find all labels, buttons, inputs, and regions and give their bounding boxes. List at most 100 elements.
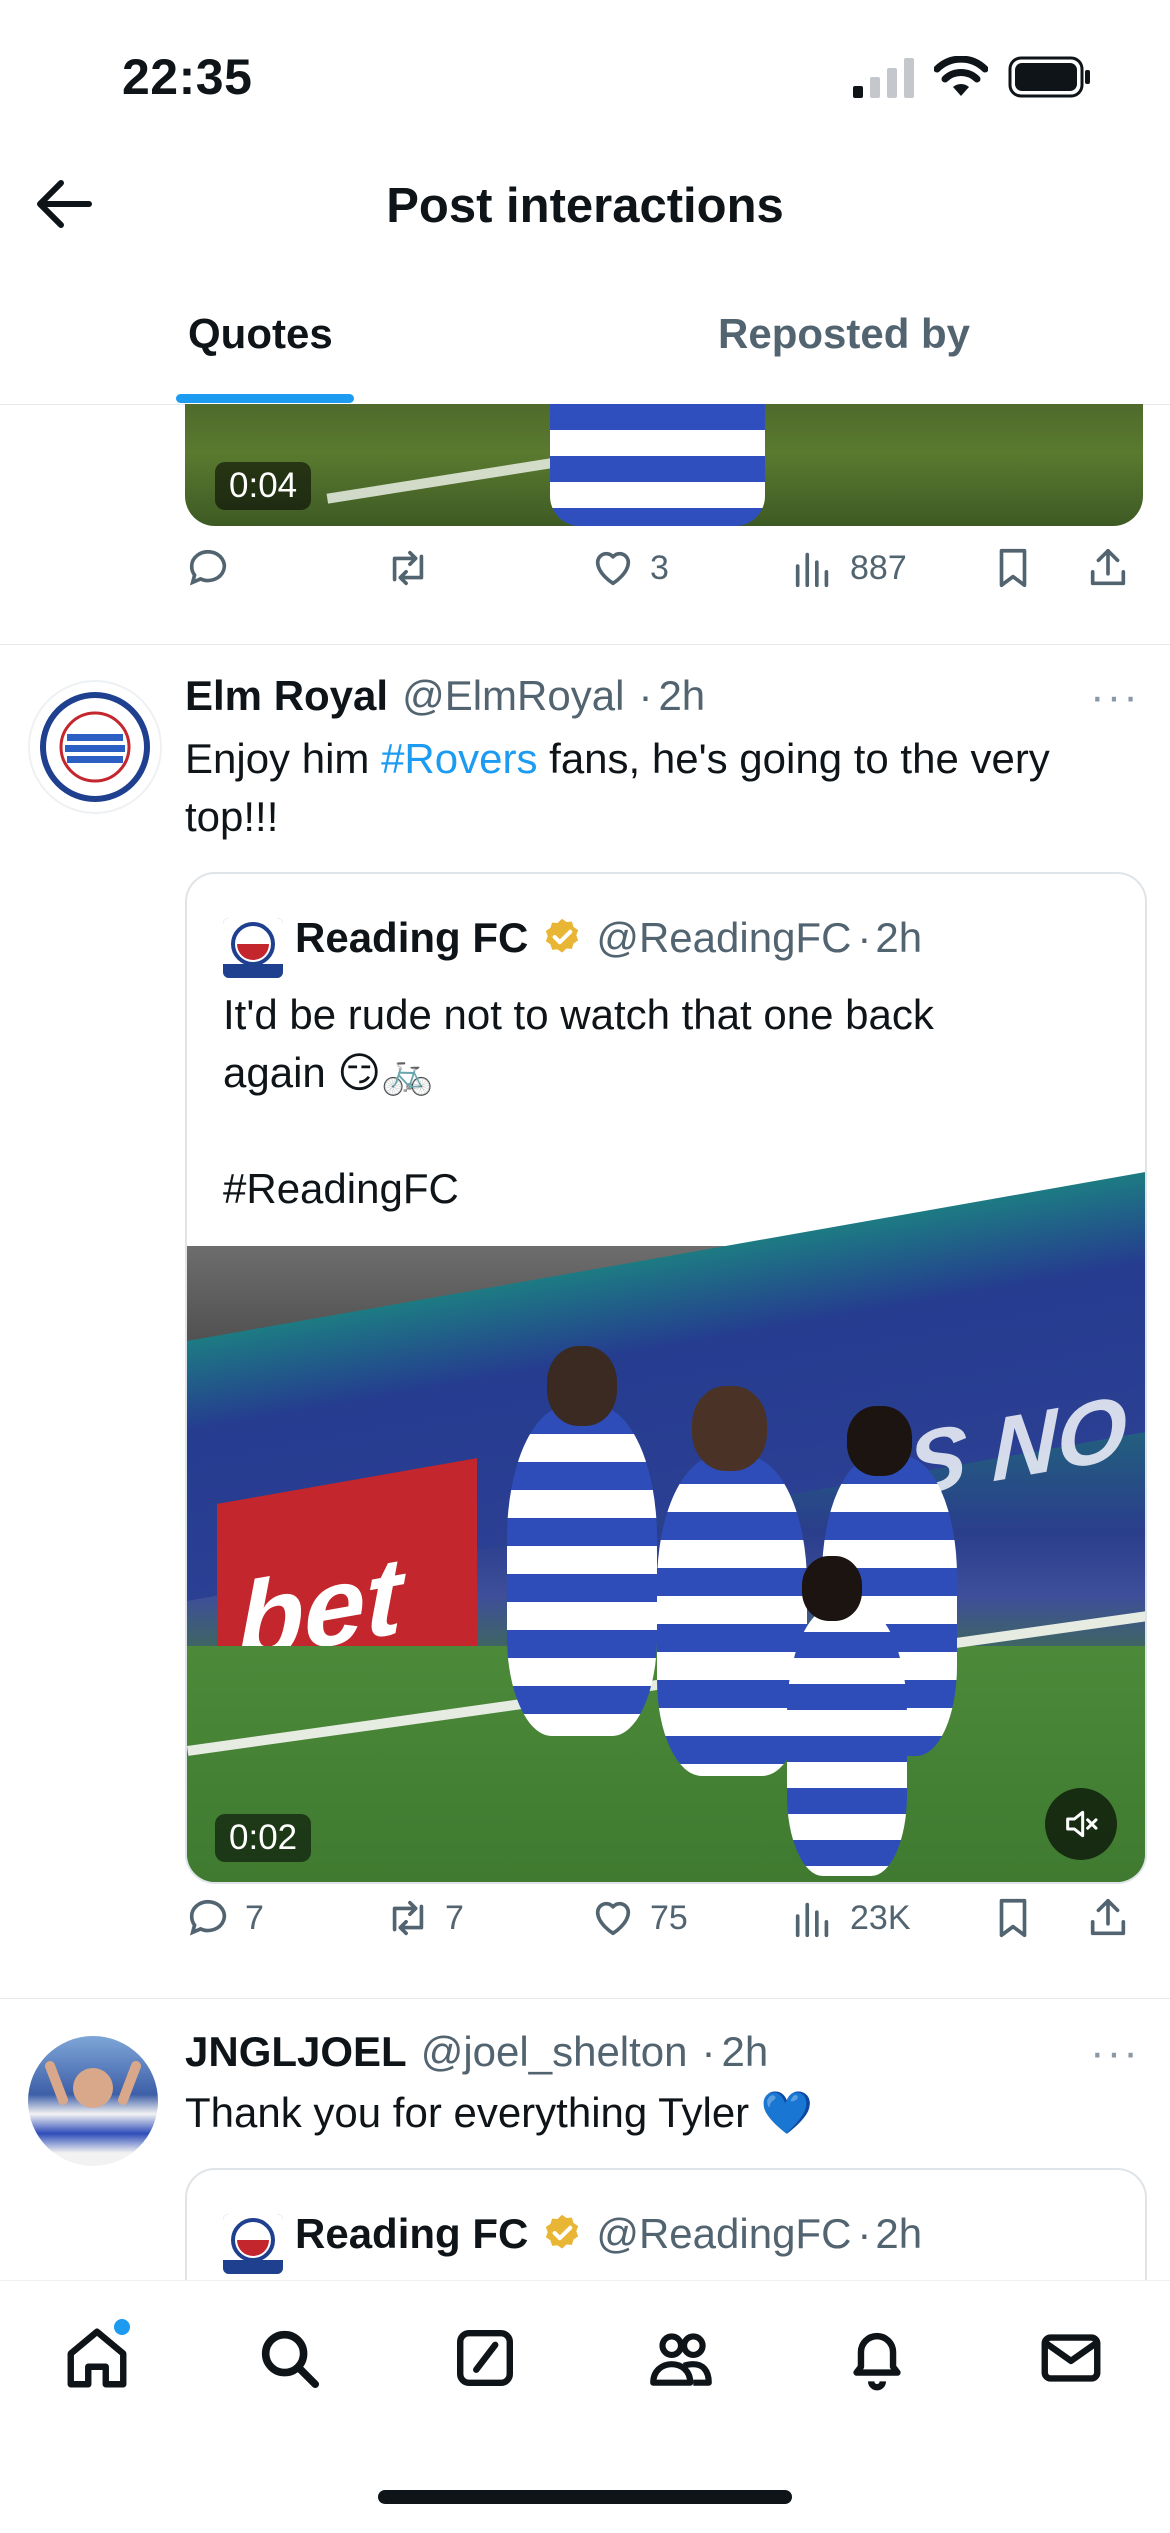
post-video[interactable]: 0:04: [185, 404, 1143, 526]
mute-button[interactable]: [1045, 1788, 1117, 1860]
share-button[interactable]: [1085, 1895, 1131, 1941]
tab-compose[interactable]: [446, 2319, 524, 2397]
repost-icon: [392, 550, 424, 586]
tab-reposted-by[interactable]: Reposted by: [718, 310, 970, 358]
quote-avatar: [223, 918, 283, 978]
separator-dot: ·: [638, 672, 653, 719]
repost-count: 7: [445, 1898, 464, 1937]
reply-icon: [189, 1899, 227, 1936]
tab-home[interactable]: [58, 2319, 136, 2397]
player-shirt: [550, 404, 765, 526]
bookmark-icon: [999, 548, 1027, 588]
like-count: 3: [650, 548, 669, 587]
verified-badge-icon: [546, 2214, 579, 2249]
mail-icon: [1041, 2334, 1101, 2382]
search-icon: [261, 2330, 320, 2389]
bookmark-button[interactable]: [990, 545, 1036, 591]
reading-fc-crest-icon: [223, 918, 283, 978]
hashtag-link[interactable]: #Rovers: [381, 735, 537, 782]
views-button[interactable]: 23K: [790, 1895, 911, 1941]
post-header: JNGLJOEL @joel_shelton · 2h: [185, 2028, 768, 2076]
quote-time: 2h: [875, 914, 923, 961]
active-tab-indicator: [176, 394, 354, 403]
post-text-part: Enjoy him: [185, 735, 382, 782]
page-title: Post interactions: [386, 179, 784, 233]
like-button[interactable]: 75: [590, 1895, 688, 1941]
tab-quotes[interactable]: Quotes: [188, 310, 333, 358]
player-4: [787, 1606, 907, 1876]
post-divider: [0, 1998, 1170, 1999]
battery-icon: [1008, 56, 1092, 103]
post-time: 2h: [721, 2028, 769, 2075]
club-badge-icon: [40, 692, 150, 802]
compose-icon: [457, 2330, 513, 2386]
video-duration: 0:04: [215, 462, 312, 510]
display-name[interactable]: JNGLJOEL: [185, 2028, 407, 2076]
avatar-jngljoel[interactable]: [28, 2036, 158, 2166]
share-icon: [1090, 548, 1126, 586]
separator-dot: ·: [701, 2028, 716, 2075]
tab-search[interactable]: [250, 2319, 328, 2397]
quote-text: It'd be rude not to watch that one back …: [223, 986, 1103, 1218]
reply-count: 7: [245, 1898, 264, 1937]
quote-handle: @ReadingFC: [596, 2210, 852, 2257]
wifi-icon: [933, 55, 989, 103]
reply-button[interactable]: 7: [185, 1895, 264, 1941]
tab-bar: Quotes Reposted by: [0, 280, 1170, 405]
repost-icon: [392, 1900, 424, 1936]
player-1-head: [547, 1346, 617, 1426]
reply-button[interactable]: [185, 545, 231, 591]
repost-button[interactable]: [385, 545, 431, 591]
post-actions: 7 7 75 23K: [185, 1895, 1145, 1965]
quote-header: Reading FC @ReadingFC · 2h: [295, 2210, 922, 2258]
reply-icon: [189, 549, 227, 586]
communities-icon: [650, 2333, 712, 2386]
separator-dot: ·: [857, 914, 872, 961]
notification-dot: [114, 2319, 130, 2335]
post-time: 2h: [658, 672, 706, 719]
quoted-post[interactable]: Reading FC @ReadingFC · 2h It'd be rude …: [185, 872, 1147, 1884]
player-2: [657, 1456, 807, 1776]
views-button[interactable]: 887: [790, 545, 907, 591]
home-indicator: [378, 2490, 792, 2504]
view-count: 887: [850, 548, 907, 587]
quote-handle: @ReadingFC: [596, 914, 852, 961]
display-name[interactable]: Elm Royal: [185, 672, 388, 720]
bookmark-icon: [999, 1898, 1027, 1938]
like-button[interactable]: 3: [590, 545, 669, 591]
quote-line: again 😏🚲: [223, 1049, 434, 1096]
more-options-button[interactable]: ···: [1090, 2028, 1140, 2078]
post-text: Enjoy him #Rovers fans, he's going to th…: [185, 730, 1125, 846]
quote-time: 2h: [875, 2210, 923, 2257]
avatar-elm-royal[interactable]: [28, 680, 162, 814]
player-3-head: [847, 1406, 912, 1476]
bookmark-button[interactable]: [990, 1895, 1036, 1941]
more-options-button[interactable]: ···: [1090, 672, 1140, 722]
views-icon: [795, 552, 829, 588]
repost-button[interactable]: 7: [385, 1895, 464, 1941]
heart-icon: [595, 1901, 631, 1936]
status-time: 22:35: [122, 49, 253, 105]
post-text: Thank you for everything Tyler 💙: [185, 2089, 814, 2136]
tab-communities[interactable]: [642, 2319, 720, 2397]
quote-display-name: Reading FC: [295, 2210, 529, 2257]
quote-video[interactable]: bet S NO 0:02: [187, 1172, 1145, 1882]
like-count: 75: [650, 1898, 688, 1937]
user-handle[interactable]: @joel_shelton: [421, 2028, 688, 2076]
quote-display-name: Reading FC: [295, 914, 529, 961]
video-duration: 0:02: [215, 1814, 312, 1862]
quote-header: Reading FC @ReadingFC · 2h: [295, 914, 922, 962]
view-count: 23K: [850, 1898, 911, 1937]
muted-speaker-icon: [1066, 1810, 1098, 1838]
share-icon: [1090, 1898, 1126, 1936]
status-bar: 22:35: [0, 0, 1170, 150]
user-handle[interactable]: @ElmRoyal: [402, 672, 624, 720]
share-button[interactable]: [1085, 545, 1131, 591]
quote-avatar: [223, 2214, 283, 2274]
player-1: [507, 1406, 657, 1736]
tab-messages[interactable]: [1032, 2319, 1110, 2397]
player-4-head: [802, 1556, 862, 1621]
player-2-head: [692, 1386, 767, 1471]
tab-notifications[interactable]: [838, 2319, 916, 2397]
post-actions: 3 887: [185, 545, 1145, 615]
